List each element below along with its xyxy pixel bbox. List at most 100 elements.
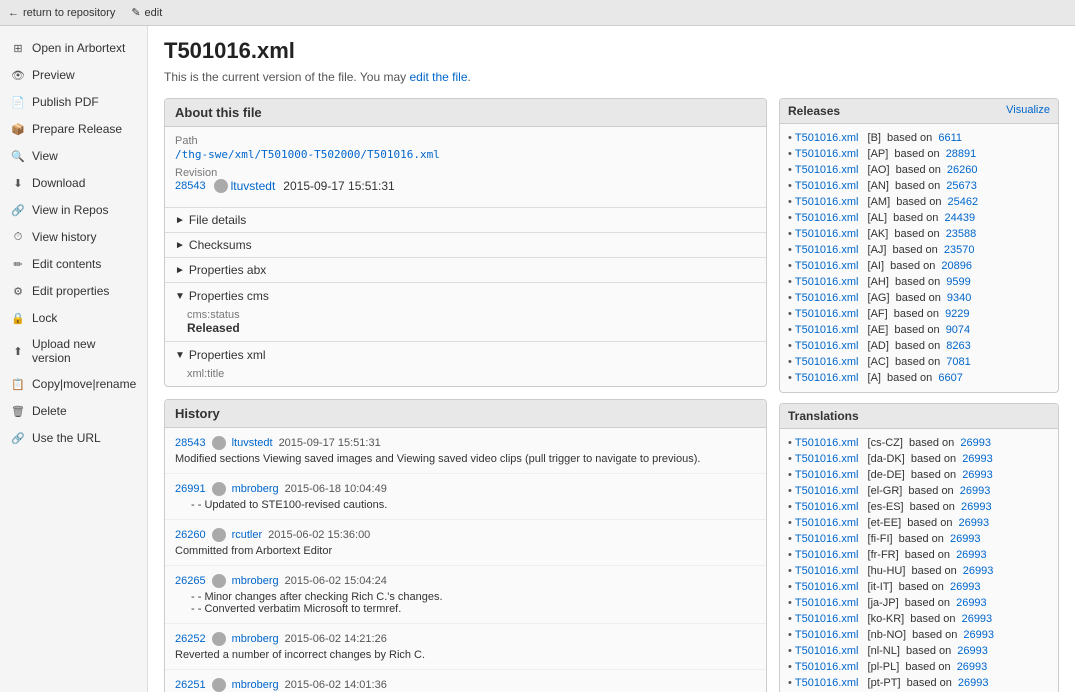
properties-cms-toggle[interactable]: ▼ Properties cms	[175, 289, 756, 303]
release-based[interactable]: 28891	[946, 148, 977, 160]
history-username[interactable]: mbroberg	[232, 483, 279, 495]
history-rev[interactable]: 26260	[175, 529, 206, 541]
release-file[interactable]: T501016.xml	[795, 260, 859, 272]
release-file[interactable]: T501016.xml	[795, 148, 859, 160]
sidebar-item-lock[interactable]: 🔒Lock	[2, 305, 145, 331]
translation-based[interactable]: 26993	[962, 453, 993, 465]
release-based[interactable]: 23570	[944, 244, 975, 256]
history-username[interactable]: rcutler	[232, 529, 263, 541]
visualize-button[interactable]: Visualize	[1006, 104, 1050, 116]
sidebar-item-view-in-repos[interactable]: 🔗View in Repos	[2, 197, 145, 223]
release-file[interactable]: T501016.xml	[795, 340, 859, 352]
translation-based[interactable]: 26993	[950, 581, 981, 593]
release-file[interactable]: T501016.xml	[795, 244, 859, 256]
release-based[interactable]: 9340	[947, 292, 971, 304]
history-username[interactable]: ltuvstedt	[232, 437, 273, 449]
release-based[interactable]: 26260	[947, 164, 978, 176]
sidebar-item-publish-pdf[interactable]: 📄Publish PDF	[2, 89, 145, 115]
release-file[interactable]: T501016.xml	[795, 356, 859, 368]
translation-based[interactable]: 26993	[962, 613, 993, 625]
release-file[interactable]: T501016.xml	[795, 180, 859, 192]
translation-based[interactable]: 26993	[963, 629, 994, 641]
sidebar-item-view[interactable]: 🔍View	[2, 143, 145, 169]
release-file[interactable]: T501016.xml	[795, 308, 859, 320]
history-username[interactable]: mbroberg	[232, 633, 279, 645]
translation-based[interactable]: 26993	[957, 645, 988, 657]
release-based[interactable]: 8263	[946, 340, 970, 352]
translation-file[interactable]: T501016.xml	[795, 661, 859, 673]
history-rev[interactable]: 26252	[175, 633, 206, 645]
release-file[interactable]: T501016.xml	[795, 164, 859, 176]
translation-file[interactable]: T501016.xml	[795, 469, 859, 481]
translation-file[interactable]: T501016.xml	[795, 629, 859, 641]
release-file[interactable]: T501016.xml	[795, 196, 859, 208]
release-file[interactable]: T501016.xml	[795, 292, 859, 304]
translation-file[interactable]: T501016.xml	[795, 437, 859, 449]
release-based[interactable]: 9599	[946, 276, 970, 288]
translation-based[interactable]: 26993	[957, 661, 988, 673]
translation-based[interactable]: 26993	[960, 485, 991, 497]
properties-xml-toggle[interactable]: ▼ Properties xml	[175, 348, 756, 362]
sidebar-item-use-the-url[interactable]: 🔗Use the URL	[2, 425, 145, 451]
translation-file[interactable]: T501016.xml	[795, 533, 859, 545]
sidebar-item-upload-new-version[interactable]: ⬆Upload new version	[2, 332, 145, 370]
return-to-repository-link[interactable]: ← return to repository	[8, 7, 115, 19]
edit-link[interactable]: ✎ edit	[131, 6, 162, 19]
release-based[interactable]: 9229	[945, 308, 969, 320]
history-rev[interactable]: 26251	[175, 679, 206, 691]
translation-based[interactable]: 26993	[956, 597, 987, 609]
sidebar-item-download[interactable]: ⬇Download	[2, 170, 145, 196]
translation-file[interactable]: T501016.xml	[795, 549, 859, 561]
translation-based[interactable]: 26993	[958, 677, 989, 689]
translation-based[interactable]: 26993	[950, 533, 981, 545]
translation-file[interactable]: T501016.xml	[795, 485, 859, 497]
translation-file[interactable]: T501016.xml	[795, 581, 859, 593]
properties-abx-toggle[interactable]: ► Properties abx	[165, 257, 766, 282]
file-details-toggle[interactable]: ► File details	[165, 207, 766, 232]
rev-username[interactable]: ltuvstedt	[231, 179, 276, 193]
history-rev[interactable]: 26991	[175, 483, 206, 495]
sidebar-item-edit-contents[interactable]: ✏Edit contents	[2, 251, 145, 277]
release-based[interactable]: 25462	[948, 196, 979, 208]
sidebar-item-open-arbortext[interactable]: ⊞Open in Arbortext	[2, 35, 145, 61]
translation-based[interactable]: 26993	[962, 469, 993, 481]
translation-based[interactable]: 26993	[959, 517, 990, 529]
translation-file[interactable]: T501016.xml	[795, 613, 859, 625]
translation-file[interactable]: T501016.xml	[795, 453, 859, 465]
translation-based[interactable]: 26993	[960, 437, 991, 449]
sidebar-item-prepare-release[interactable]: 📦Prepare Release	[2, 116, 145, 142]
release-based[interactable]: 6611	[938, 132, 962, 144]
sidebar-item-view-history[interactable]: ⏱View history	[2, 224, 145, 250]
history-username[interactable]: mbroberg	[232, 679, 279, 691]
release-based[interactable]: 23588	[946, 228, 977, 240]
translation-file[interactable]: T501016.xml	[795, 501, 859, 513]
rev-num[interactable]: 28543	[175, 180, 206, 192]
release-file[interactable]: T501016.xml	[795, 132, 859, 144]
release-based[interactable]: 25673	[946, 180, 977, 192]
release-file[interactable]: T501016.xml	[795, 212, 859, 224]
translation-file[interactable]: T501016.xml	[795, 677, 859, 689]
translation-file[interactable]: T501016.xml	[795, 565, 859, 577]
release-file[interactable]: T501016.xml	[795, 324, 859, 336]
release-file[interactable]: T501016.xml	[795, 372, 859, 384]
edit-file-link[interactable]: edit the file	[409, 70, 467, 84]
release-based[interactable]: 24439	[944, 212, 975, 224]
translation-file[interactable]: T501016.xml	[795, 645, 859, 657]
translation-based[interactable]: 26993	[963, 565, 994, 577]
checksums-toggle[interactable]: ► Checksums	[165, 232, 766, 257]
translation-file[interactable]: T501016.xml	[795, 597, 859, 609]
translation-file[interactable]: T501016.xml	[795, 517, 859, 529]
release-file[interactable]: T501016.xml	[795, 228, 859, 240]
history-username[interactable]: mbroberg	[232, 575, 279, 587]
release-based[interactable]: 7081	[946, 356, 970, 368]
release-based[interactable]: 6607	[938, 372, 962, 384]
release-file[interactable]: T501016.xml	[795, 276, 859, 288]
sidebar-item-delete[interactable]: 🗑Delete	[2, 398, 145, 424]
sidebar-item-copy-move-rename[interactable]: 📋Copy|move|rename	[2, 371, 145, 397]
sidebar-item-preview[interactable]: 👁Preview	[2, 62, 145, 88]
history-rev[interactable]: 26265	[175, 575, 206, 587]
path-value[interactable]: /thg-swe/xml/T501000-T502000/T501016.xml	[175, 148, 440, 161]
history-rev[interactable]: 28543	[175, 437, 206, 449]
sidebar-item-edit-properties[interactable]: ⚙Edit properties	[2, 278, 145, 304]
release-based[interactable]: 20896	[941, 260, 972, 272]
